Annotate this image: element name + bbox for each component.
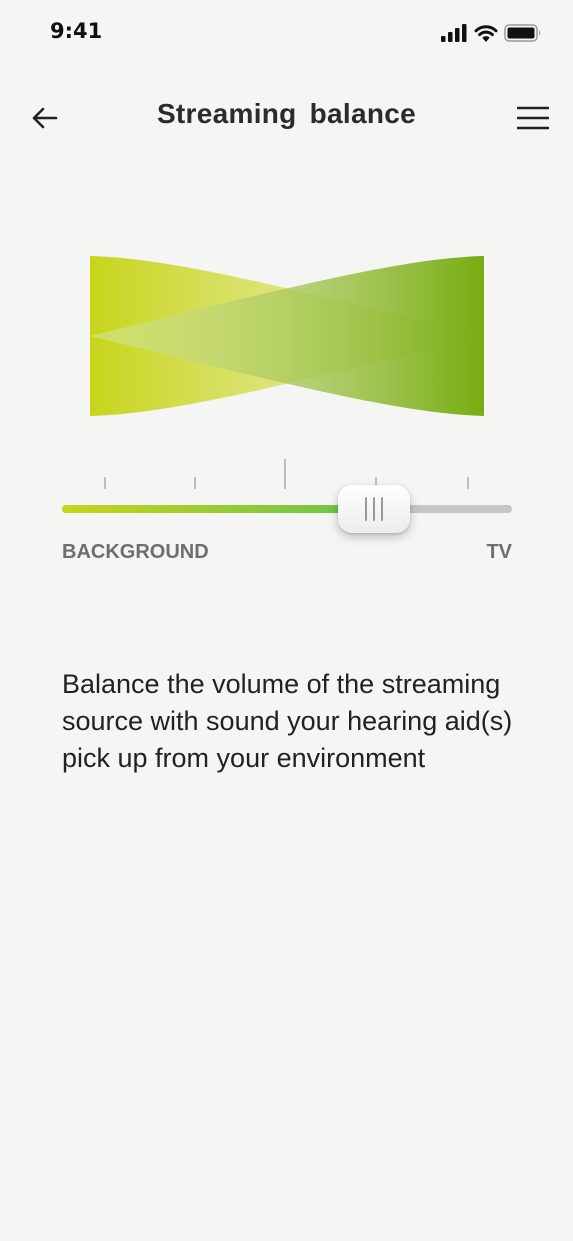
slider-label-tv: TV [486,541,512,563]
slider-tick [467,477,469,489]
description-text: Balance the volume of the streaming sour… [62,669,513,773]
signal-icon [441,24,467,42]
balance-visualization [90,256,484,416]
status-time: 9:41 [50,19,103,43]
slider-label-background: BACKGROUND [62,541,209,563]
wifi-icon [474,25,498,42]
status-icons [441,22,551,46]
slider-tick [104,477,106,489]
slider-tick [194,477,196,489]
slider-track-fill [62,505,364,513]
navigation-bar: Streaming balance [0,90,573,146]
balance-slider[interactable] [62,455,512,545]
menu-button[interactable] [513,98,553,138]
slider-tick-center [284,459,286,489]
slider-thumb[interactable] [338,485,410,533]
page-title: Streaming balance [156,98,417,129]
status-bar: 9:41 [0,0,573,66]
battery-icon [504,24,541,42]
grip-icon [365,497,383,521]
hamburger-menu-icon [517,106,549,130]
